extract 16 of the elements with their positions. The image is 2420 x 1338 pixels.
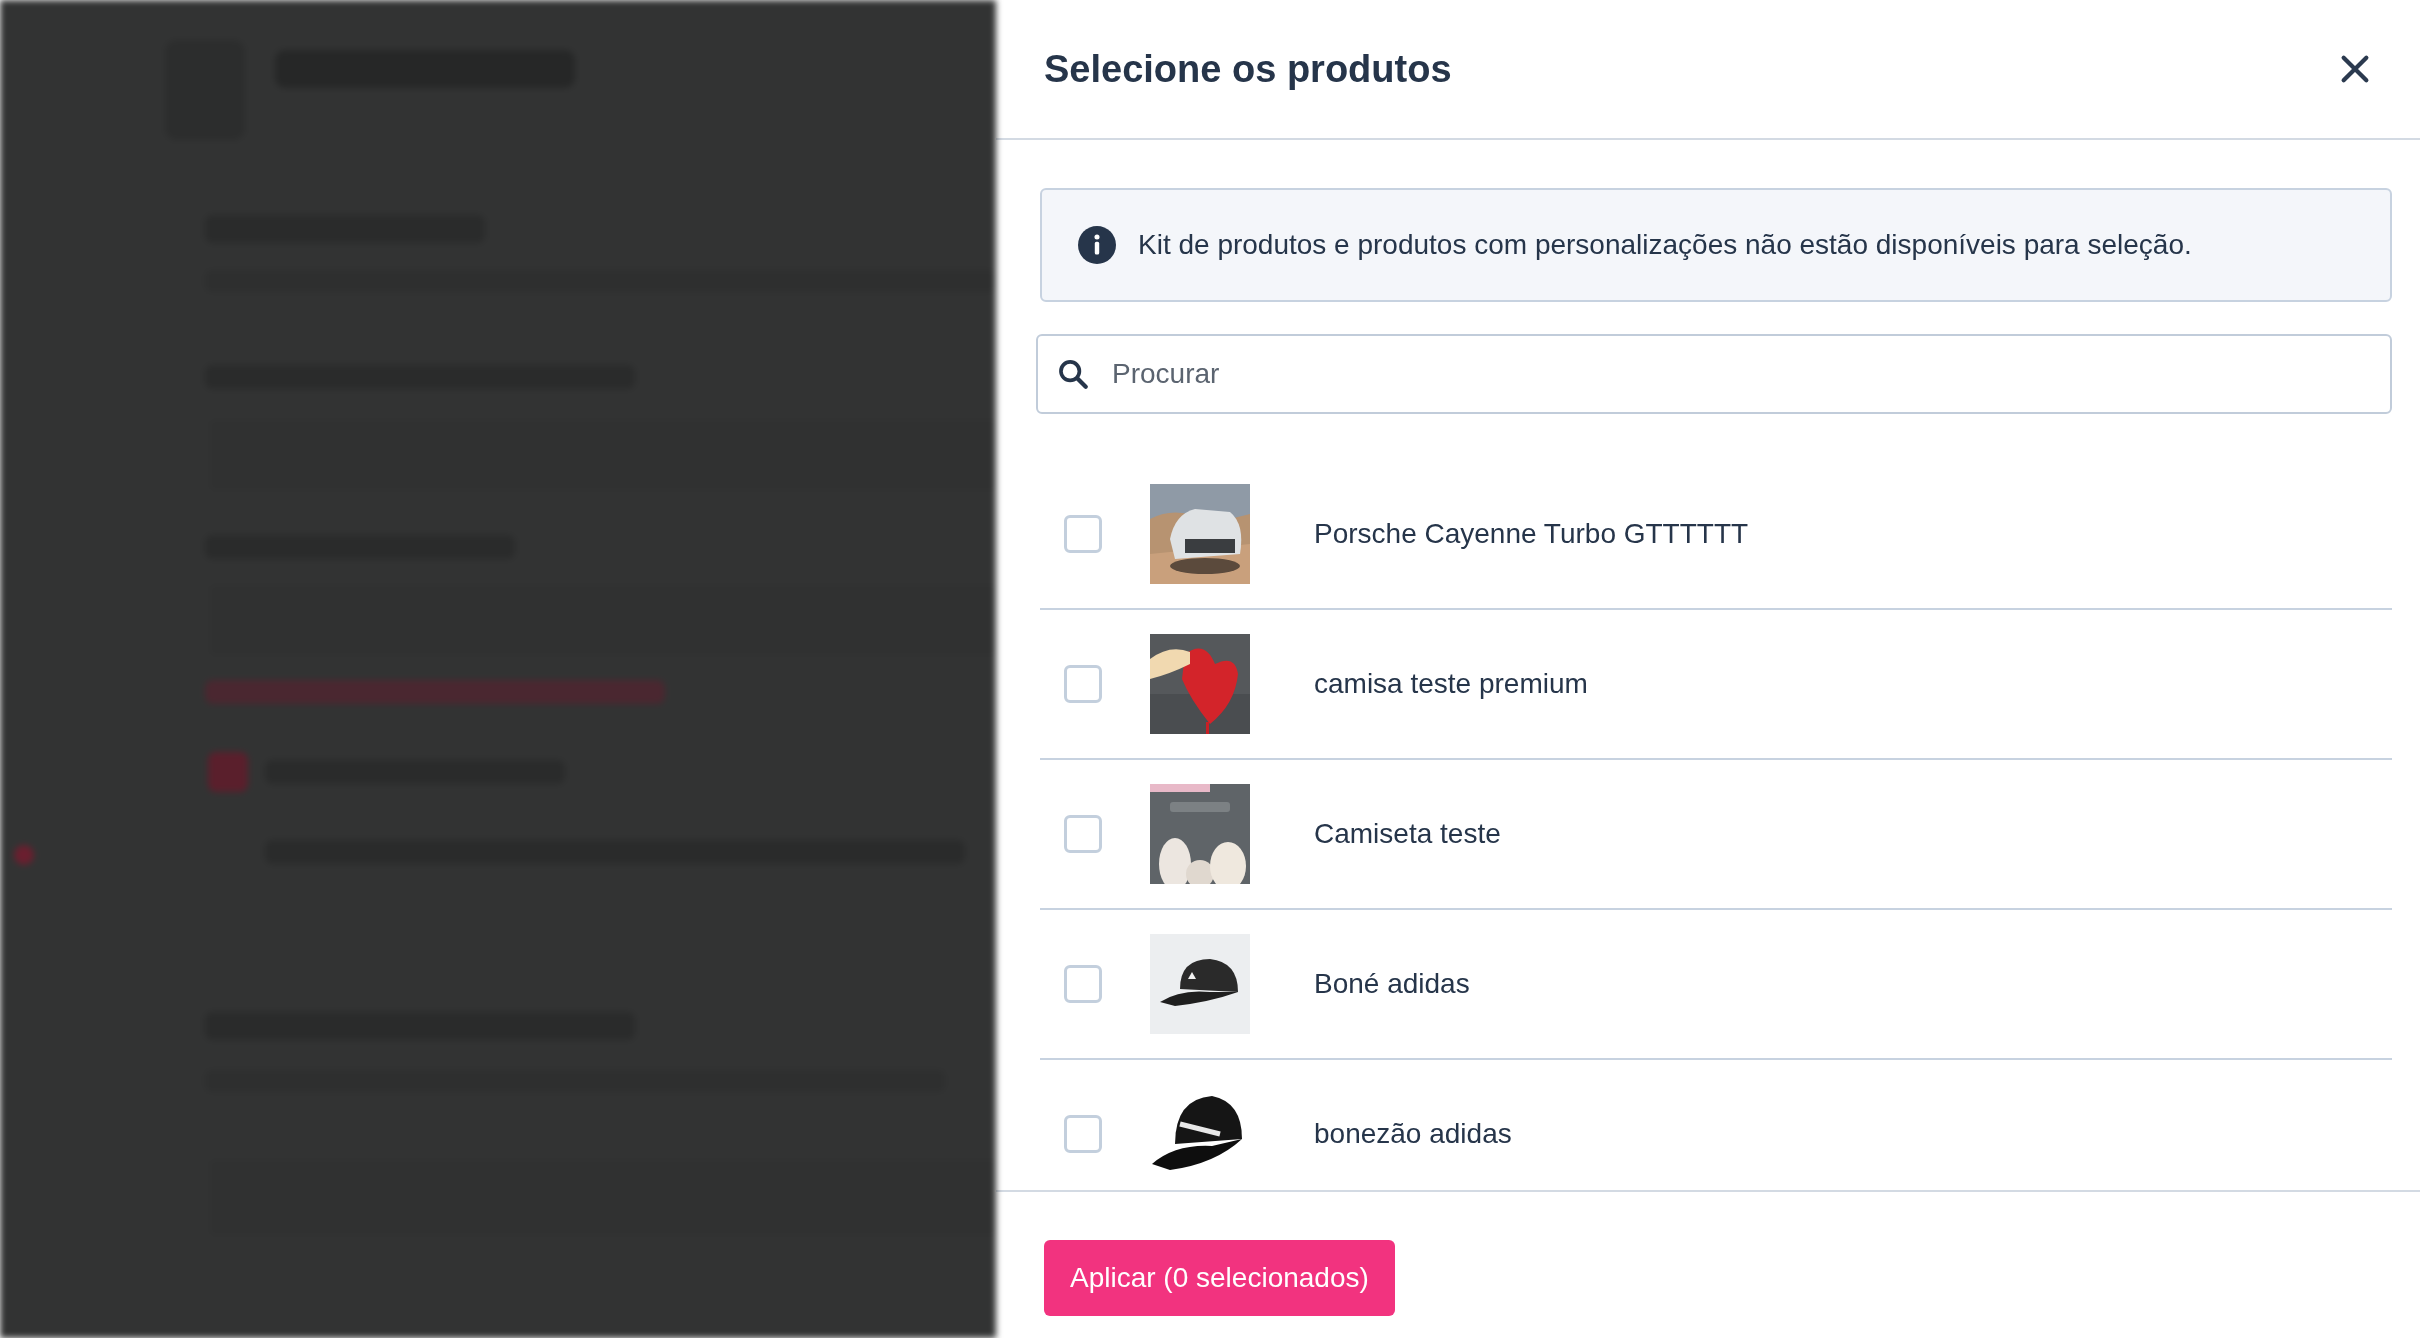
product-name: camisa teste premium xyxy=(1314,668,1588,700)
search-field[interactable]: Procurar xyxy=(1036,334,2392,414)
checkbox[interactable] xyxy=(1064,1115,1102,1153)
panel-title: Selecione os produtos xyxy=(1044,47,1452,91)
product-name: bonezão adidas xyxy=(1314,1118,1512,1150)
checkbox[interactable] xyxy=(1064,815,1102,853)
checkbox[interactable] xyxy=(1064,965,1102,1003)
search-icon xyxy=(1056,357,1090,391)
product-name: Boné adidas xyxy=(1314,968,1470,1000)
info-icon xyxy=(1078,226,1116,264)
apply-button[interactable]: Aplicar (0 selecionados) xyxy=(1044,1240,1395,1316)
checkbox[interactable] xyxy=(1064,515,1102,553)
info-text: Kit de produtos e produtos com personalizações não estão disponíveis para seleção. xyxy=(1138,229,2192,261)
product-name: Camiseta teste xyxy=(1314,818,1501,850)
checkbox[interactable] xyxy=(1064,665,1102,703)
product-name: Porsche Cayenne Turbo GTTTTTT xyxy=(1314,518,1749,550)
